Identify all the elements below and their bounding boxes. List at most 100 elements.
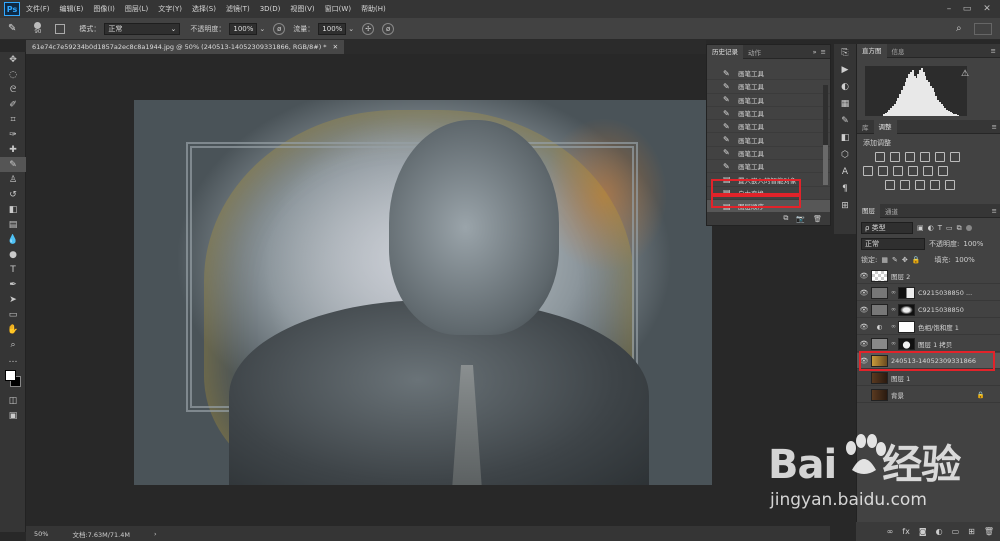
brush-panel-icon[interactable] bbox=[55, 23, 66, 34]
eye-icon[interactable]: 👁 bbox=[857, 323, 871, 331]
history-state[interactable]: ✎ 画笔工具 bbox=[707, 80, 830, 94]
filter-type-icon[interactable]: T bbox=[938, 224, 942, 232]
quick-select-tool-icon[interactable]: ✐ bbox=[0, 97, 26, 112]
chevron-down-icon[interactable]: ⌄ bbox=[348, 25, 354, 33]
menu-type[interactable]: 文字(Y) bbox=[158, 4, 182, 14]
menu-image[interactable]: 图像(I) bbox=[93, 4, 115, 14]
shape-tool-icon[interactable]: ▭ bbox=[0, 307, 26, 322]
lock-all-icon[interactable]: 🔒 bbox=[912, 256, 921, 264]
swatches-panel-icon[interactable]: ▦ bbox=[834, 95, 856, 112]
gradient-map-2-icon[interactable] bbox=[945, 180, 955, 190]
foreground-color[interactable] bbox=[5, 370, 16, 381]
menu-layer[interactable]: 图层(L) bbox=[125, 4, 148, 14]
lock-move-icon[interactable]: ✥ bbox=[902, 256, 908, 264]
history-panel-icon[interactable]: ⎘ bbox=[834, 44, 856, 61]
chevron-down-icon[interactable]: ⌄ bbox=[259, 25, 265, 33]
actions-play-icon[interactable]: ▶ bbox=[834, 61, 856, 78]
photo-filter-icon[interactable] bbox=[908, 166, 918, 176]
fill-value[interactable]: 100% bbox=[955, 256, 975, 264]
gradient-map-icon[interactable] bbox=[950, 152, 960, 162]
menu-help[interactable]: 帮助(H) bbox=[361, 4, 386, 14]
history-state[interactable]: ✎ 画笔工具 bbox=[707, 160, 830, 174]
tab-channels[interactable]: 通道 bbox=[880, 206, 903, 216]
tab-libraries[interactable]: 库 bbox=[857, 122, 874, 132]
lasso-tool-icon[interactable]: ᘓ bbox=[0, 82, 26, 97]
tab-history[interactable]: 历史记录 bbox=[707, 44, 743, 59]
menu-3d[interactable]: 3D(D) bbox=[260, 5, 281, 13]
airbrush-icon[interactable]: ✢ bbox=[362, 22, 375, 35]
color-swatches[interactable] bbox=[0, 367, 26, 393]
tab-adjustments[interactable]: 调整 bbox=[873, 119, 897, 134]
pressure-opacity-icon[interactable]: ø bbox=[273, 22, 286, 35]
tab-layers[interactable]: 图层 bbox=[857, 203, 880, 218]
document-tab[interactable]: 61e74c7e59234b0d1857a2ec8c8a1944.jpg @ 5… bbox=[26, 40, 345, 54]
tab-histogram[interactable]: 直方图 bbox=[857, 43, 887, 58]
layer-filter-select[interactable]: ρ 类型 bbox=[861, 222, 913, 234]
selective-color-icon[interactable] bbox=[930, 180, 940, 190]
history-state[interactable]: ✎ 画笔工具 bbox=[707, 107, 830, 121]
history-state[interactable]: ✎ 画笔工具 bbox=[707, 120, 830, 134]
panel-menu-icon[interactable]: ≡ bbox=[992, 123, 997, 131]
document-canvas-image[interactable] bbox=[134, 100, 712, 485]
posterize-icon[interactable] bbox=[900, 180, 910, 190]
close-tab-icon[interactable]: ✕ bbox=[333, 43, 338, 51]
gradient-tool-icon[interactable]: ▤ bbox=[0, 217, 26, 232]
history-brush-tool-icon[interactable]: ↺ bbox=[0, 187, 26, 202]
vibrance-icon[interactable] bbox=[935, 152, 945, 162]
menu-file[interactable]: 文件(F) bbox=[26, 4, 50, 14]
filter-toggle[interactable] bbox=[965, 225, 972, 231]
black-white-icon[interactable] bbox=[893, 166, 903, 176]
blend-mode-select[interactable]: 正常 bbox=[861, 238, 925, 250]
filter-smart-icon[interactable]: ⧉ bbox=[957, 224, 962, 233]
channel-mixer-icon[interactable] bbox=[923, 166, 933, 176]
brightness-icon[interactable] bbox=[875, 152, 885, 162]
collapse-icon[interactable]: » bbox=[813, 48, 817, 56]
brush-panel-icon[interactable]: ✎ bbox=[834, 112, 856, 129]
layer-row[interactable]: 👁 ∞ 图层 1 拷贝 bbox=[857, 336, 1000, 352]
panel-menu-icon[interactable]: ≡ bbox=[991, 47, 996, 55]
path-select-tool-icon[interactable]: ➤ bbox=[0, 292, 26, 307]
healing-brush-tool-icon[interactable]: ✚ bbox=[0, 142, 26, 157]
brush-tool-icon[interactable]: ✎ bbox=[8, 23, 16, 34]
layer-opacity-value[interactable]: 100% bbox=[963, 240, 983, 248]
marquee-tool-icon[interactable]: ◌ bbox=[0, 67, 26, 82]
close-icon[interactable]: ✕ bbox=[980, 2, 994, 16]
exposure-icon[interactable] bbox=[920, 152, 930, 162]
move-tool-icon[interactable]: ✥ bbox=[0, 52, 26, 67]
history-state[interactable]: ✎ 画笔工具 bbox=[707, 133, 830, 147]
brush-tool-icon[interactable]: ✎ bbox=[0, 157, 26, 172]
minimize-icon[interactable]: – bbox=[942, 2, 956, 16]
properties-panel-icon[interactable]: ⊞ bbox=[834, 197, 856, 214]
dodge-tool-icon[interactable]: ● bbox=[0, 247, 26, 262]
workspace-switcher[interactable] bbox=[974, 22, 992, 35]
history-state[interactable]: ✎ 画笔工具 bbox=[707, 147, 830, 161]
menu-edit[interactable]: 编辑(E) bbox=[60, 4, 84, 14]
type-tool-icon[interactable]: T bbox=[0, 262, 26, 277]
filter-shape-icon[interactable]: ▭ bbox=[946, 224, 953, 232]
layer-row[interactable]: 👁 ∞ C9215038850 bbox=[857, 302, 1000, 318]
character-panel-icon[interactable]: A bbox=[834, 163, 856, 180]
panel-menu-icon[interactable]: ≡ bbox=[821, 48, 826, 56]
styles-panel-icon[interactable]: ◧ bbox=[834, 129, 856, 146]
opacity-field[interactable]: 100% bbox=[229, 22, 258, 35]
eye-icon[interactable]: 👁 bbox=[857, 340, 871, 348]
layer-row[interactable]: 👁 ∞ C9215038850 ... bbox=[857, 285, 1000, 301]
layer-row[interactable]: 图层 1 bbox=[857, 370, 1000, 386]
threshold-icon[interactable] bbox=[915, 180, 925, 190]
quick-mask-icon[interactable]: ◫ bbox=[0, 393, 26, 408]
levels-icon[interactable] bbox=[890, 152, 900, 162]
layer-row[interactable]: 👁 图层 2 bbox=[857, 268, 1000, 284]
color-lookup-icon[interactable] bbox=[938, 166, 948, 176]
lock-paint-icon[interactable]: ✎ bbox=[892, 256, 898, 264]
more-tools-icon[interactable]: … bbox=[0, 352, 26, 367]
new-document-from-state-icon[interactable]: ⧉ bbox=[783, 214, 788, 223]
trash-icon[interactable]: 🗑 bbox=[813, 215, 822, 223]
menu-view[interactable]: 视图(V) bbox=[290, 4, 314, 14]
eye-icon[interactable]: 👁 bbox=[857, 272, 871, 280]
eye-icon[interactable]: 👁 bbox=[857, 289, 871, 297]
mode-select[interactable]: 正常 ⌄ bbox=[104, 22, 181, 35]
scrollbar-thumb[interactable] bbox=[823, 145, 828, 185]
layer-row[interactable]: 👁 ◐ ∞ 色相/饱和度 1 bbox=[857, 319, 1000, 335]
blur-tool-icon[interactable]: 💧 bbox=[0, 232, 26, 247]
search-icon[interactable]: ⌕ bbox=[956, 23, 962, 34]
